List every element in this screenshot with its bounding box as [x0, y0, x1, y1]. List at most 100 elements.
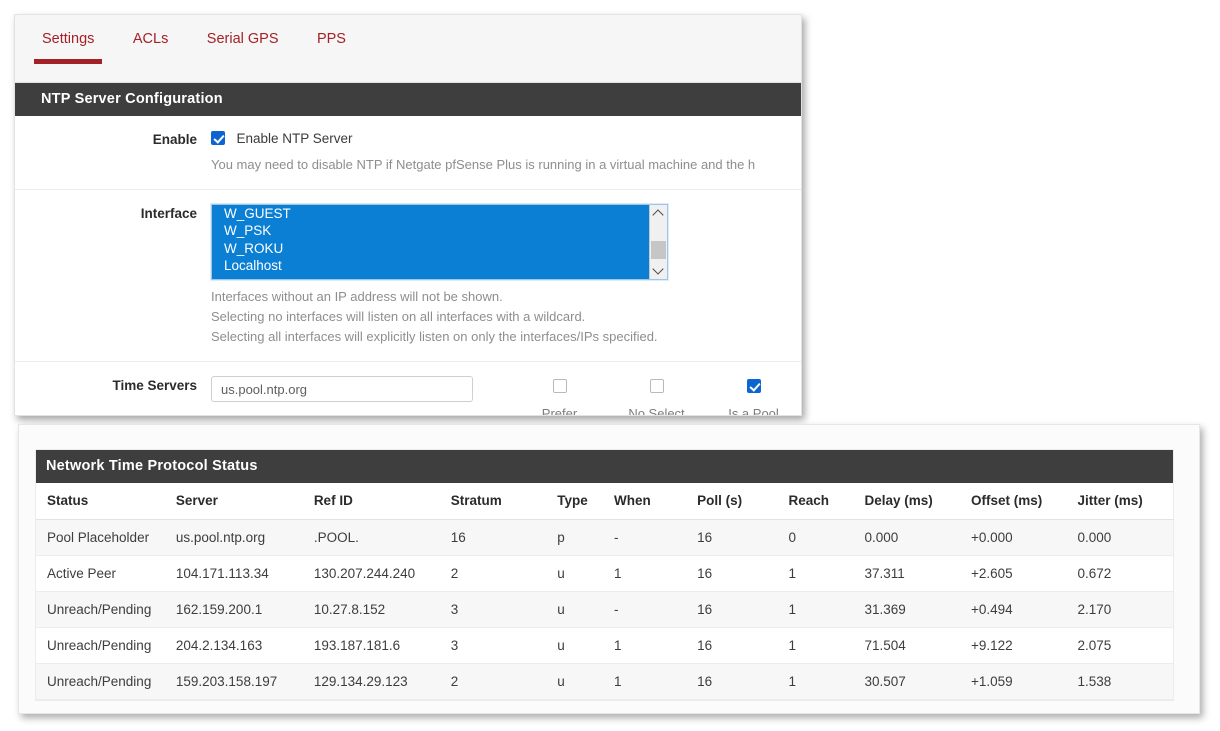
time-servers-field: Prefer No Select Is a Pool	[211, 376, 801, 416]
page-root: Settings ACLs Serial GPS PPS NTP Server …	[0, 0, 1220, 731]
cell-offset: +1.059	[965, 663, 1072, 700]
column-header-jitter: Jitter (ms)	[1071, 483, 1173, 520]
cell-when: -	[608, 591, 692, 628]
ntp-status-table: Status Server Ref ID Stratum Type When P…	[36, 483, 1173, 700]
table-row: Unreach/Pending 159.203.158.197 129.134.…	[36, 663, 1173, 700]
cell-jitter: 2.170	[1071, 591, 1173, 628]
interface-help-line-1: Interfaces without an IP address will no…	[211, 289, 503, 304]
cell-refid: 193.187.181.6	[307, 627, 445, 664]
interface-label: Interface	[140, 206, 197, 221]
interface-help-line-3: Selecting all interfaces will explicitly…	[211, 329, 658, 344]
table-row: Pool Placeholder us.pool.ntp.org .POOL. …	[36, 519, 1173, 556]
column-header-reach: Reach	[782, 483, 859, 520]
is-a-pool-checkbox[interactable]	[746, 379, 761, 393]
prefer-checkbox[interactable]	[552, 379, 567, 393]
column-header-ref-id: Ref ID	[307, 483, 445, 520]
cell-reach: 1	[782, 555, 859, 592]
column-header-type: Type	[551, 483, 609, 520]
interface-option-w-guest[interactable]: W_GUEST	[212, 205, 649, 223]
no-select-checkbox[interactable]	[649, 379, 664, 393]
cell-type: p	[551, 519, 609, 556]
interface-field: W_GUEST W_PSK W_ROKU Localhost Interface…	[211, 204, 801, 347]
cell-delay: 0.000	[858, 519, 965, 556]
cell-poll: 16	[691, 663, 783, 700]
chevron-down-icon[interactable]	[650, 262, 667, 279]
interface-listbox-options: W_GUEST W_PSK W_ROKU Localhost	[212, 205, 649, 279]
cell-when: 1	[608, 627, 692, 664]
cell-poll: 16	[691, 627, 783, 664]
enable-help-text: You may need to disable NTP if Netgate p…	[211, 157, 756, 172]
interface-option-w-roku[interactable]: W_ROKU	[212, 239, 649, 258]
cell-server: 159.203.158.197	[169, 663, 308, 700]
column-header-stratum: Stratum	[444, 483, 552, 520]
cell-status: Unreach/Pending	[36, 627, 170, 664]
enable-checkbox-group[interactable]: Enable NTP Server	[211, 130, 789, 148]
column-header-status: Status	[36, 483, 170, 520]
cell-refid: 130.207.244.240	[307, 555, 445, 592]
cell-when: 1	[608, 663, 692, 700]
column-header-delay: Delay (ms)	[858, 483, 965, 520]
table-row: Active Peer 104.171.113.34 130.207.244.2…	[36, 555, 1173, 592]
tab-serial-gps[interactable]: Serial GPS	[190, 15, 296, 47]
prefer-label: Prefer	[541, 406, 578, 416]
status-panel-wrapper: Network Time Protocol Status Status Serv…	[18, 424, 1200, 714]
cell-when: 1	[608, 555, 692, 592]
cell-jitter: 0.000	[1071, 519, 1173, 556]
prefer-option[interactable]: Prefer	[511, 376, 608, 416]
table-header-row: Status Server Ref ID Stratum Type When P…	[36, 483, 1173, 520]
tab-settings[interactable]: Settings	[25, 15, 111, 64]
interface-help-line-2: Selecting no interfaces will listen on a…	[211, 309, 586, 324]
cell-reach: 1	[782, 663, 859, 700]
cell-reach: 1	[782, 591, 859, 628]
cell-offset: +9.122	[965, 627, 1072, 664]
cell-stratum: 2	[444, 663, 552, 700]
cell-jitter: 2.075	[1071, 627, 1173, 664]
ntp-status-panel: Network Time Protocol Status Status Serv…	[35, 449, 1174, 701]
scrollbar-thumb[interactable]	[651, 241, 666, 259]
interface-option-w-psk[interactable]: W_PSK	[212, 222, 649, 240]
cell-refid: .POOL.	[307, 519, 445, 556]
cell-offset: +2.605	[965, 555, 1072, 592]
time-server-input[interactable]	[211, 376, 473, 402]
cell-type: u	[551, 591, 609, 628]
cell-status: Pool Placeholder	[36, 519, 170, 556]
cell-type: u	[551, 663, 609, 700]
cell-status: Unreach/Pending	[36, 591, 170, 628]
cell-status: Unreach/Pending	[36, 663, 170, 700]
cell-delay: 37.311	[858, 555, 965, 592]
cell-jitter: 0.672	[1071, 555, 1173, 592]
cell-offset: +0.494	[965, 591, 1072, 628]
column-header-offset: Offset (ms)	[965, 483, 1072, 520]
cell-reach: 1	[782, 627, 859, 664]
interface-row: Interface W_GUEST W_PSK W_ROKU Localhost	[15, 190, 801, 362]
cell-when: -	[608, 519, 692, 556]
enable-ntp-checkbox-label: Enable NTP Server	[236, 131, 353, 146]
cell-refid: 129.134.29.123	[307, 663, 445, 700]
interface-listbox-scrollbar[interactable]	[649, 205, 667, 279]
status-panel-title: Network Time Protocol Status	[36, 450, 1173, 483]
cell-stratum: 3	[444, 591, 552, 628]
cell-poll: 16	[691, 591, 783, 628]
enable-ntp-checkbox[interactable]	[211, 131, 225, 145]
cell-stratum: 16	[444, 519, 552, 556]
chevron-up-icon[interactable]	[650, 205, 667, 222]
config-panel-title: NTP Server Configuration	[15, 83, 801, 116]
enable-label: Enable	[152, 132, 197, 147]
cell-stratum: 3	[444, 627, 552, 664]
cell-poll: 16	[691, 555, 783, 592]
table-row: Unreach/Pending 162.159.200.1 10.27.8.15…	[36, 591, 1173, 628]
time-servers-row: Time Servers Prefer No Select Is	[15, 362, 801, 416]
cell-delay: 30.507	[858, 663, 965, 700]
cell-server: 204.2.134.163	[169, 627, 308, 664]
is-a-pool-option[interactable]: Is a Pool	[705, 376, 801, 416]
interface-option-localhost[interactable]: Localhost	[212, 257, 649, 275]
tab-pps[interactable]: PPS	[300, 15, 363, 47]
cell-stratum: 2	[444, 555, 552, 592]
time-servers-controls: Prefer No Select Is a Pool	[211, 376, 801, 416]
no-select-option[interactable]: No Select	[608, 376, 705, 415]
interface-listbox[interactable]: W_GUEST W_PSK W_ROKU Localhost	[211, 204, 668, 280]
tab-acls[interactable]: ACLs	[116, 15, 185, 47]
cell-refid: 10.27.8.152	[307, 591, 445, 628]
is-a-pool-label: Is a Pool	[728, 406, 779, 416]
cell-delay: 71.504	[858, 627, 965, 664]
